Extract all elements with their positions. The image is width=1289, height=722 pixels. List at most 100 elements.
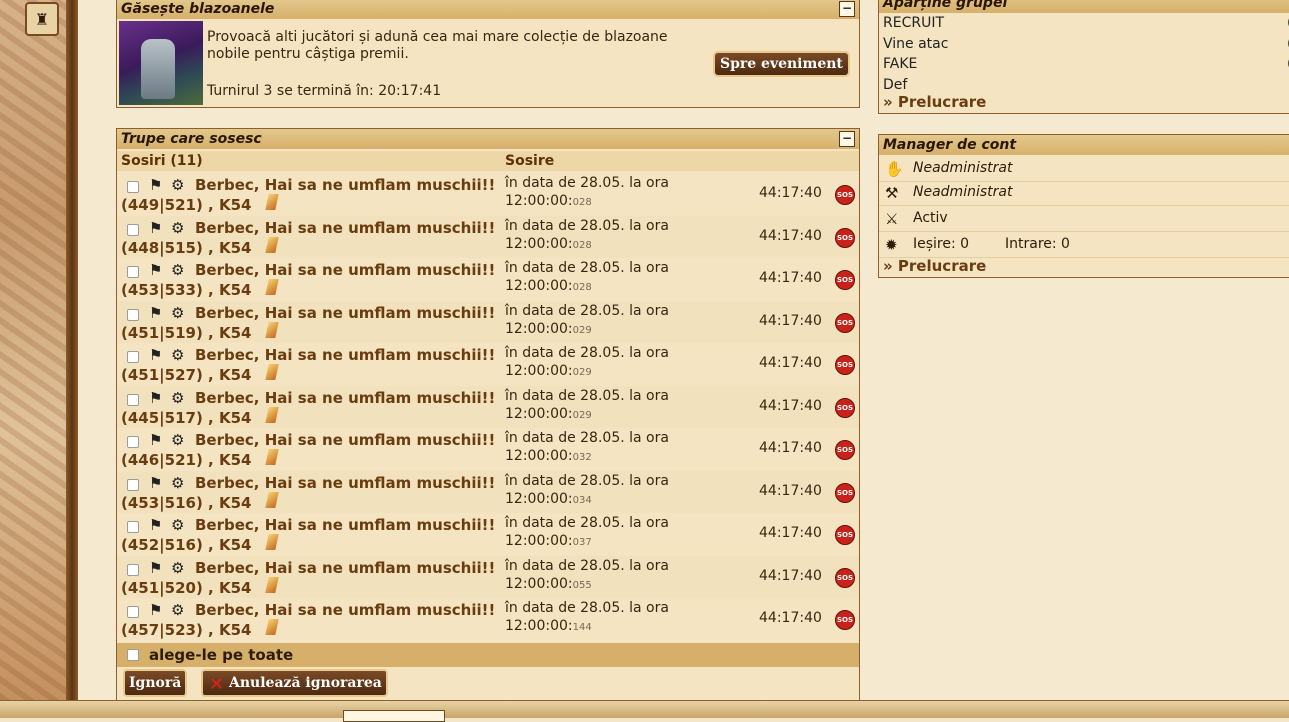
groups-edit-link[interactable]: » Prelucrare — [883, 93, 986, 111]
command-name[interactable]: Berbec, Hai sa ne umflam muschii!! — [195, 304, 495, 322]
event-button[interactable]: Spre eveniment — [713, 51, 850, 77]
account-edit-link[interactable]: » Prelucrare — [883, 257, 986, 275]
flag-icon: ⚑ — [149, 431, 163, 449]
arrival-time: 12:00:00:028 — [505, 193, 592, 209]
troops-table-header: Sosiri (11) Sosire — [117, 151, 859, 171]
sos-icon[interactable]: SOS — [835, 312, 855, 333]
command-origin[interactable]: (448|515) , K54 — [121, 239, 251, 257]
select-all-label[interactable]: alege-le pe toate — [149, 646, 293, 664]
command-origin[interactable]: (451|520) , K54 — [121, 579, 251, 597]
command-origin[interactable]: (453|516) , K54 — [121, 494, 251, 512]
command-name[interactable]: Berbec, Hai sa ne umflam muschii!! — [195, 516, 495, 534]
table-row: ⚑ ⚙ Berbec, Hai sa ne umflam muschii!! (445… — [117, 385, 859, 428]
command-name[interactable]: Berbec, Hai sa ne umflam muschii!! — [195, 601, 495, 619]
collapse-icon[interactable]: − — [839, 131, 855, 147]
account-row: ✹ Ieșire: 0 Intrare: 0 — [879, 233, 1289, 258]
row-checkbox[interactable] — [127, 266, 139, 278]
rename-icon[interactable] — [265, 534, 279, 550]
bottom-tab[interactable] — [343, 710, 445, 722]
collapse-icon[interactable]: − — [839, 1, 855, 17]
row-checkbox[interactable] — [127, 563, 139, 576]
command-name[interactable]: Berbec, Hai sa ne umflam muschii!! — [195, 176, 495, 194]
command-origin[interactable]: (449|521) , K54 — [121, 196, 251, 214]
select-all-checkbox[interactable] — [127, 649, 139, 661]
command-origin[interactable]: (457|523) , K54 — [121, 621, 251, 639]
arrival-date: în data de 28.05. la ora — [505, 217, 669, 234]
anvil-icon: ⚒ — [885, 184, 899, 202]
sos-icon[interactable]: SOS — [835, 567, 855, 588]
rename-icon[interactable] — [265, 619, 279, 635]
rename-icon[interactable] — [265, 321, 279, 338]
account-incoming: Intrare: 0 — [1005, 236, 1070, 252]
arrival-date: în data de 28.05. la ora — [505, 260, 669, 276]
command-name[interactable]: Berbec, Hai sa ne umflam muschii!! — [195, 559, 495, 577]
table-row: ⚑ ⚙ Berbec, Hai sa ne umflam muschii!! (446… — [117, 428, 859, 470]
command-name[interactable]: Berbec, Hai sa ne umflam muschii!! — [195, 219, 495, 237]
command-name[interactable]: Berbec, Hai sa ne umflam muschii!! — [195, 389, 495, 407]
ram-icon: ⚙ — [171, 346, 185, 364]
event-description: Provoacă alti jucători și adună cea mai … — [207, 29, 668, 62]
row-checkbox[interactable] — [127, 308, 139, 321]
sos-icon[interactable]: SOS — [835, 397, 855, 418]
rename-icon[interactable] — [265, 364, 279, 380]
group-item: FAKE — [883, 56, 918, 72]
command-name[interactable]: Berbec, Hai sa ne umflam muschii!! — [195, 346, 495, 364]
ram-icon: ⚙ — [171, 261, 185, 279]
row-checkbox[interactable] — [127, 181, 139, 193]
arrival-time: 12:00:00:032 — [505, 448, 592, 464]
ram-icon: ⚙ — [171, 473, 185, 492]
sos-icon[interactable]: SOS — [835, 482, 855, 503]
rename-icon[interactable] — [265, 449, 279, 465]
command-origin[interactable]: (445|517) , K54 — [121, 409, 251, 427]
sos-icon[interactable]: SOS — [835, 355, 855, 375]
command-origin[interactable]: (452|516) , K54 — [121, 536, 251, 554]
command-origin[interactable]: (446|521) , K54 — [121, 451, 251, 469]
arrival-ms: 028 — [572, 239, 592, 251]
sos-icon[interactable]: SOS — [835, 525, 855, 545]
cancel-ignore-button[interactable]: ✕ Anulează ignorarea — [201, 669, 388, 697]
arrival-ms: 029 — [572, 324, 592, 336]
sos-icon[interactable]: SOS — [835, 185, 855, 205]
arrival-ms: 037 — [572, 537, 592, 548]
sos-icon[interactable]: SOS — [835, 227, 855, 248]
row-checkbox[interactable] — [127, 521, 139, 533]
account-row: ⚔ Activ — [879, 207, 1289, 232]
sos-icon[interactable]: SOS — [835, 270, 855, 290]
row-checkbox[interactable] — [127, 478, 139, 491]
rename-icon[interactable] — [265, 236, 279, 253]
village-icon[interactable]: ♜ — [25, 2, 59, 36]
command-origin[interactable]: (451|527) , K54 — [121, 366, 251, 384]
groups-panel-header: Aparține grupei — [879, 0, 1289, 13]
command-name[interactable]: Berbec, Hai sa ne umflam muschii!! — [195, 431, 495, 449]
sos-icon[interactable]: SOS — [835, 440, 855, 460]
arrival-ms: 144 — [572, 622, 592, 633]
command-origin[interactable]: (451|519) , K54 — [121, 324, 251, 342]
ram-icon: ⚙ — [171, 218, 185, 237]
rename-icon[interactable] — [265, 194, 279, 210]
table-row: ⚑ ⚙ Berbec, Hai sa ne umflam muschii!! (451… — [117, 343, 859, 385]
row-checkbox[interactable] — [127, 436, 139, 448]
command-name[interactable]: Berbec, Hai sa ne umflam muschii!! — [195, 261, 495, 279]
col-arrival[interactable]: Sosire — [505, 153, 554, 169]
account-panel-header: Manager de cont — [879, 135, 1289, 155]
rename-icon[interactable] — [265, 279, 279, 295]
rename-icon[interactable] — [265, 576, 279, 593]
rename-icon[interactable] — [265, 491, 279, 508]
row-checkbox[interactable] — [127, 606, 139, 618]
command-origin[interactable]: (453|533) , K54 — [121, 281, 251, 299]
left-border — [66, 0, 78, 717]
row-checkbox[interactable] — [127, 223, 139, 236]
col-arrivals[interactable]: Sosiri (11) — [121, 153, 203, 169]
arrival-time: 12:00:00:144 — [505, 618, 592, 634]
ignore-button[interactable]: Ignoră — [123, 669, 188, 697]
countdown: 44:17:40 — [759, 567, 822, 584]
rename-icon[interactable] — [265, 406, 279, 423]
event-panel-header: Găsește blazoanele − — [117, 0, 859, 19]
sos-icon[interactable]: SOS — [835, 610, 855, 630]
arrival-date: în data de 28.05. la ora — [505, 175, 669, 191]
cross-icon: ✕ — [209, 674, 225, 695]
row-checkbox[interactable] — [127, 393, 139, 406]
command-name[interactable]: Berbec, Hai sa ne umflam muschii!! — [195, 474, 495, 492]
troops-panel-title: Trupe care sosesc — [121, 131, 262, 147]
row-checkbox[interactable] — [127, 351, 139, 363]
